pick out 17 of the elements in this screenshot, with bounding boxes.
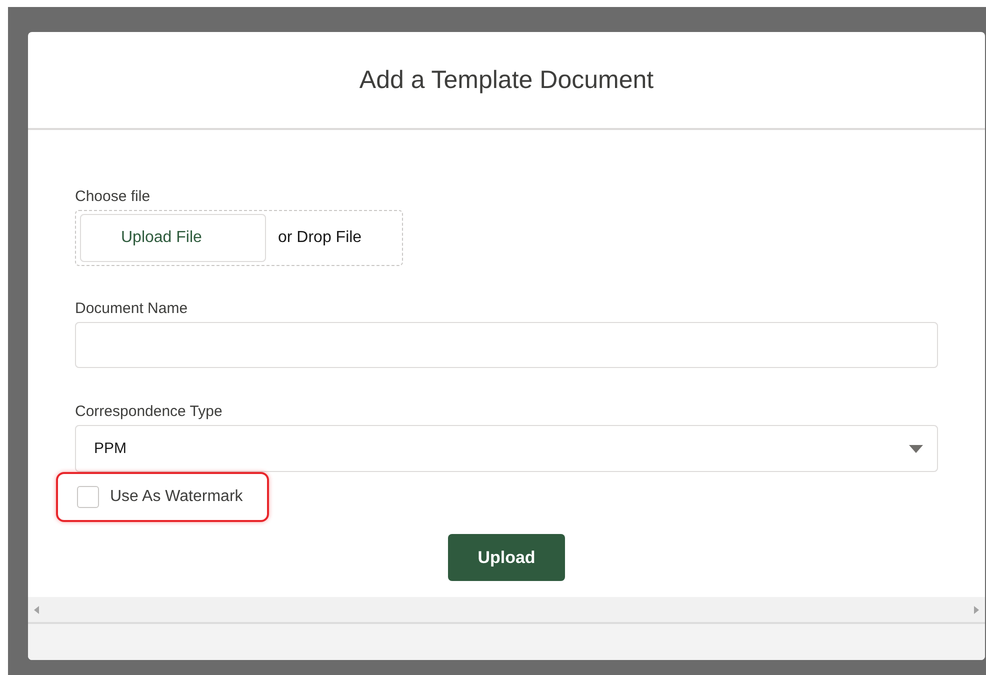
upload-file-button[interactable]: Upload File <box>80 214 266 262</box>
scroll-left-icon[interactable] <box>34 606 39 614</box>
select-field[interactable]: PPM <box>75 425 938 472</box>
input-field[interactable] <box>75 322 938 368</box>
upload-button[interactable]: Upload <box>448 534 565 581</box>
field-label: Choose file <box>75 188 150 205</box>
select-value: PPM <box>94 440 127 457</box>
drop-file-text: or Drop File <box>278 229 362 247</box>
caret-icon <box>909 444 923 452</box>
field-label: Correspondence Type <box>75 403 222 420</box>
checkbox[interactable] <box>77 486 99 508</box>
scroll-right-icon[interactable] <box>974 606 979 614</box>
file-drop-zone[interactable]: Upload File or Drop File <box>75 210 403 266</box>
field-label: Document Name <box>75 300 188 317</box>
horizontal-scrollbar[interactable] <box>28 597 985 624</box>
modal-title: Add a Template Document <box>359 66 654 94</box>
checkbox-label: Use As Watermark <box>110 488 243 506</box>
